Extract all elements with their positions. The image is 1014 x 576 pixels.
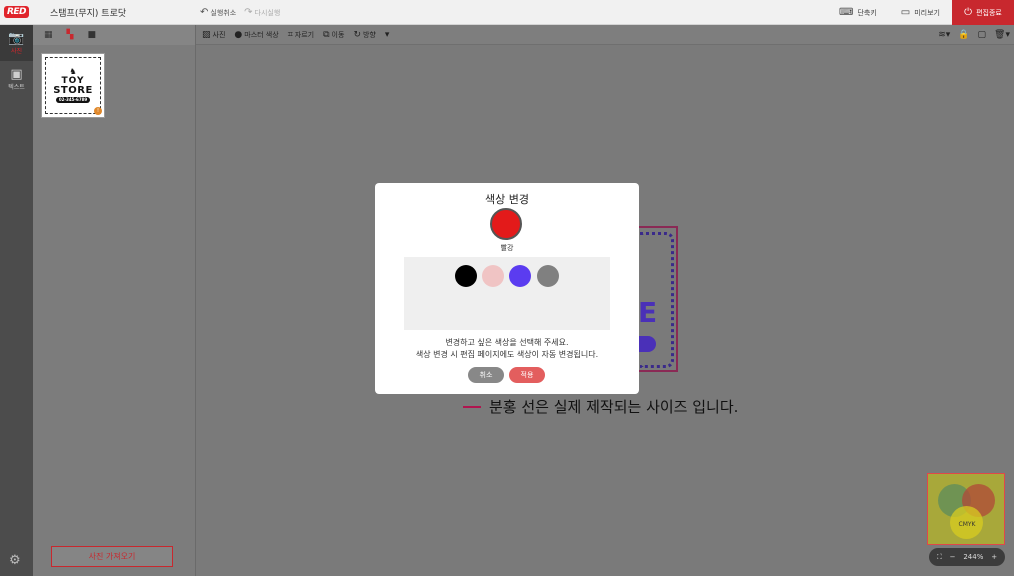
zoom-out-button[interactable]: − (950, 553, 956, 561)
palette-swatch-gray[interactable] (537, 265, 559, 287)
redo-button[interactable]: ↷ 다시실행 (244, 7, 280, 18)
edit-done-button[interactable]: ⏻ 편집종료 (952, 0, 1014, 25)
toolbar-right-controls: ≋▾ 🔒 ▢ 🗑▾ (938, 25, 1010, 45)
dialog-message-2: 색상 변경 시 편집 페이지에도 색상이 자동 변경됩니다. (415, 350, 599, 359)
rocking-horse-icon: ♞ (69, 67, 77, 76)
edit-toolbar: ▨ 사진 ● 마스터 색상 ⌗ 자르기 ⧉ 이동 ↻ 방향 ▾ ≋▾ 🔒 ▢ 🗑▾ (196, 25, 1014, 45)
single-view-icon[interactable]: ■ (87, 30, 96, 40)
view-mode-tabs: ▦ ▚ ■ (33, 25, 195, 45)
palette-icon: ● (234, 29, 243, 40)
palette-swatch-purple[interactable] (509, 265, 531, 287)
power-icon: ⏻ (964, 7, 973, 18)
document-title: 스탬프(무지) 트로닷 (50, 9, 127, 19)
undo-icon: ↶ (200, 7, 209, 18)
zoom-control: ⛶ − 244% + (929, 548, 1005, 566)
minimap[interactable]: CMYK (927, 473, 1005, 545)
apply-button[interactable]: 적용 (509, 367, 545, 383)
grid-small-icon[interactable]: ▦ (44, 30, 53, 40)
warning-badge: ! (94, 107, 102, 115)
palette-swatch-pink[interactable] (482, 265, 504, 287)
stamp-letter: E (638, 296, 658, 329)
crop-icon: ⌗ (287, 29, 293, 40)
rail-item-text[interactable]: ▣ 텍스트 (0, 61, 33, 97)
monitor-icon: ▭ (900, 7, 911, 18)
zoom-level: 244% (963, 553, 984, 561)
tool-photo[interactable]: ▨ 사진 (202, 30, 225, 40)
settings-gear-icon[interactable]: ⚙ (9, 553, 21, 568)
app-logo[interactable]: RED (0, 0, 33, 25)
tool-master-color[interactable]: ● 마스터 색상 (234, 30, 278, 40)
tool-move[interactable]: ⧉ 이동 (323, 30, 344, 40)
fit-screen-icon[interactable]: ⛶ (937, 553, 942, 562)
move-icon: ⧉ (323, 29, 330, 40)
rotate-icon: ↻ (353, 29, 361, 40)
size-note: 분홍 선은 실제 제작되는 사이즈 입니다. (463, 396, 738, 417)
thumbnail-stamp-preview: ♞ TOY STORE 02-345-6789 (45, 57, 101, 114)
zoom-in-button[interactable]: + (991, 553, 997, 561)
dialog-title: 색상 변경 (485, 193, 529, 206)
dialog-message-1: 변경하고 싶은 색상을 선택해 주세요. (445, 338, 569, 347)
current-color-swatch (490, 208, 522, 240)
lock-icon[interactable]: 🔒 (958, 30, 969, 40)
pink-line-legend (463, 405, 481, 408)
undo-button[interactable]: ↶ 실행취소 (200, 7, 236, 18)
photo-thumbnail[interactable]: ♞ TOY STORE 02-345-6789 ! (41, 53, 105, 118)
palette-swatch-black[interactable] (455, 265, 477, 287)
current-color-name: 빨강 (500, 244, 514, 252)
left-rail: 📷 사진 ▣ 텍스트 ⚙ (0, 25, 33, 576)
stamp-phone-pill (636, 336, 656, 352)
camera-icon: 📷 (8, 30, 25, 46)
redo-icon: ↷ (244, 7, 253, 18)
preview-button[interactable]: ▭ 미리보기 (889, 0, 952, 25)
color-change-dialog: 색상 변경 빨강 변경하고 싶은 색상을 선택해 주세요. 색상 변경 시 편집… (375, 183, 639, 394)
history-controls: ↶ 실행취소 ↷ 다시실행 (200, 0, 280, 25)
photo-panel: ▦ ▚ ■ ♞ TOY STORE 02-345-6789 ! 사진 가져오기 (33, 25, 196, 576)
keyboard-icon: ⌨ (839, 7, 854, 18)
image-icon: ▨ (202, 29, 211, 40)
copy-icon[interactable]: ▢ (978, 30, 987, 40)
tool-crop[interactable]: ⌗ 자르기 (288, 30, 314, 40)
more-tools-dropdown[interactable]: ▾ (385, 30, 390, 40)
top-bar: RED 스탬프(무지) 트로닷 ↶ 실행취소 ↷ 다시실행 ⌨ 단축키 ▭ 미리보기 ⏻… (0, 0, 1014, 25)
color-palette (404, 257, 610, 330)
rail-item-photo[interactable]: 📷 사진 (0, 25, 33, 61)
import-photo-button[interactable]: 사진 가져오기 (51, 546, 173, 567)
text-icon: ▣ (10, 66, 23, 82)
caret-down-icon: ▾ (384, 29, 390, 40)
trash-icon[interactable]: 🗑▾ (994, 30, 1010, 40)
layers-icon[interactable]: ≋▾ (938, 30, 950, 40)
top-actions: ⌨ 단축키 ▭ 미리보기 ⏻ 편집종료 (827, 0, 1014, 25)
cancel-button[interactable]: 취소 (468, 367, 504, 383)
shortcuts-button[interactable]: ⌨ 단축키 (827, 0, 889, 25)
grid-large-icon[interactable]: ▚ (67, 30, 74, 40)
minimap-label: CMYK (958, 521, 976, 528)
tool-direction[interactable]: ↻ 방향 (353, 30, 375, 40)
